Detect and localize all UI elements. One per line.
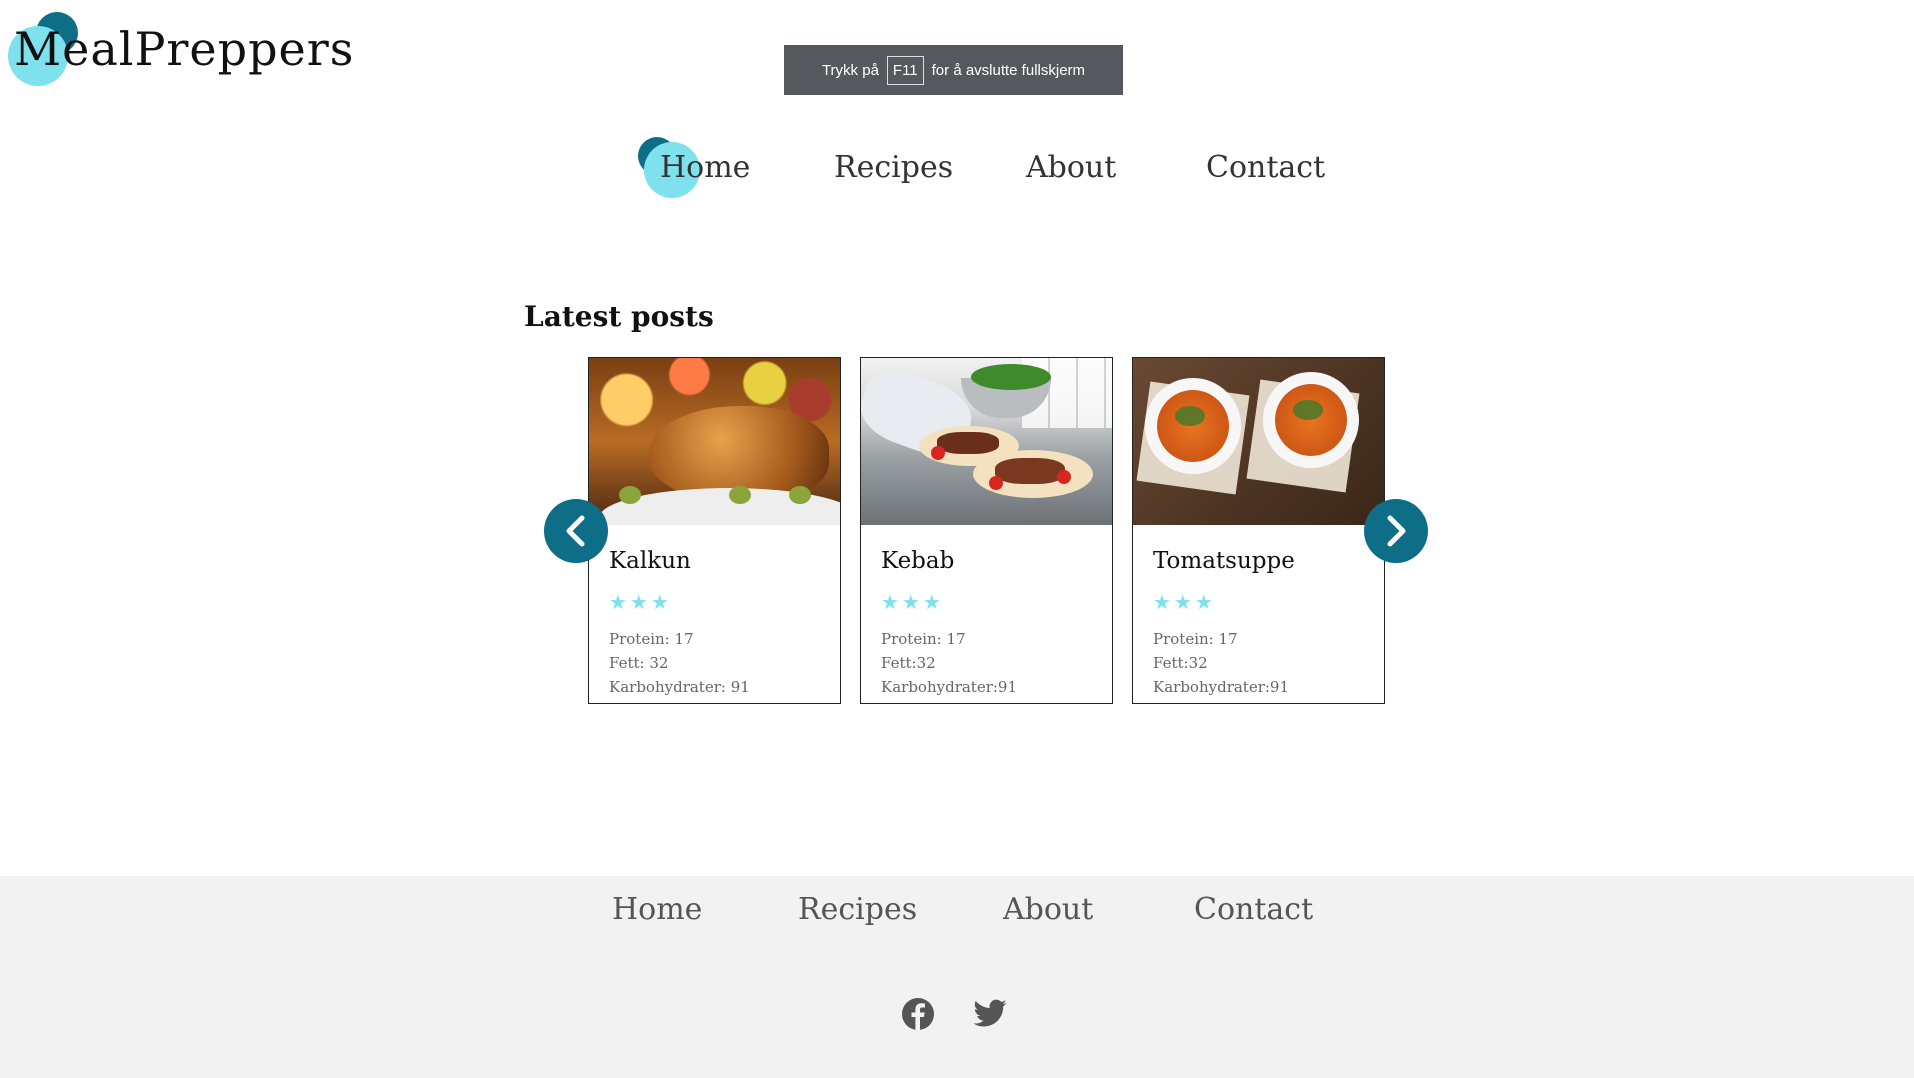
footer-link-contact[interactable]: Contact (1194, 892, 1313, 927)
rating-stars: ★★★ (1153, 590, 1216, 614)
herb-shape (1293, 400, 1323, 420)
twitter-icon[interactable] (972, 996, 1008, 1032)
chevron-left-icon (566, 515, 585, 547)
carousel-prev-button[interactable] (544, 499, 608, 563)
logo-text: MealPreppers (14, 22, 355, 76)
main-nav: Home Recipes About Contact (0, 150, 1914, 210)
facebook-icon[interactable] (900, 996, 936, 1032)
carbs-value: Karbohydrater:91 (1153, 678, 1290, 696)
soup-shape (1275, 384, 1347, 456)
tomato-soup-image[interactable] (1133, 358, 1384, 525)
carousel-next-button[interactable] (1364, 499, 1428, 563)
protein-value: Protein: 17 (1153, 630, 1238, 648)
f11-key: F11 (886, 55, 924, 85)
roast-turkey-image[interactable] (589, 358, 840, 525)
greens-shape (971, 364, 1051, 390)
fullscreen-notice: Trykk på F11 for å avslutte fullskjerm (784, 45, 1123, 95)
card-title[interactable]: Kebab (881, 548, 954, 574)
protein-value: Protein: 17 (609, 630, 694, 648)
post-card-kalkun[interactable]: Kalkun ★★★ Protein: 17 Fett: 32 Karbohyd… (588, 357, 841, 704)
footer-link-recipes[interactable]: Recipes (798, 892, 917, 927)
protein-value: Protein: 17 (881, 630, 966, 648)
carbs-value: Karbohydrater:91 (881, 678, 1018, 696)
carbs-value: Karbohydrater: 91 (609, 678, 750, 696)
herb-shape (1175, 406, 1205, 426)
footer-link-home[interactable]: Home (612, 892, 702, 927)
tomato-shape (931, 446, 945, 460)
site-logo[interactable]: MealPreppers (6, 10, 353, 86)
fat-value: Fett: 32 (609, 654, 669, 672)
twitter-icon-graphic (973, 999, 1007, 1027)
site-footer: Home Recipes About Contact (0, 876, 1914, 1078)
veg-shape (729, 486, 751, 504)
rating-stars: ★★★ (881, 590, 944, 614)
veg-shape (619, 486, 641, 504)
fat-value: Fett:32 (881, 654, 936, 672)
latest-posts-title: Latest posts (524, 300, 714, 333)
tomato-shape (1057, 470, 1071, 484)
soup-cup (1145, 378, 1241, 474)
facebook-icon-graphic (902, 998, 934, 1030)
card-title[interactable]: Kalkun (609, 548, 691, 574)
rating-stars: ★★★ (609, 590, 672, 614)
soup-cup (1263, 372, 1359, 468)
nav-item-home[interactable]: Home (660, 150, 750, 185)
card-title[interactable]: Tomatsuppe (1153, 548, 1295, 574)
kebab-wraps-image[interactable] (861, 358, 1112, 525)
nav-item-about[interactable]: About (1026, 150, 1116, 185)
meat-shape (937, 432, 999, 454)
nav-item-recipes[interactable]: Recipes (834, 150, 953, 185)
nav-item-contact[interactable]: Contact (1206, 150, 1325, 185)
fullscreen-notice-before: Trykk på (821, 61, 879, 79)
fullscreen-notice-after: for å avslutte fullskjerm (931, 61, 1086, 79)
fat-value: Fett:32 (1153, 654, 1208, 672)
soup-shape (1157, 390, 1229, 462)
tomato-shape (989, 476, 1003, 490)
post-card-tomatsuppe[interactable]: Tomatsuppe ★★★ Protein: 17 Fett:32 Karbo… (1132, 357, 1385, 704)
meat-shape (995, 458, 1065, 484)
footer-link-about[interactable]: About (1003, 892, 1093, 927)
chevron-right-icon (1387, 515, 1406, 547)
post-card-kebab[interactable]: Kebab ★★★ Protein: 17 Fett:32 Karbohydra… (860, 357, 1113, 704)
veg-shape (789, 486, 811, 504)
